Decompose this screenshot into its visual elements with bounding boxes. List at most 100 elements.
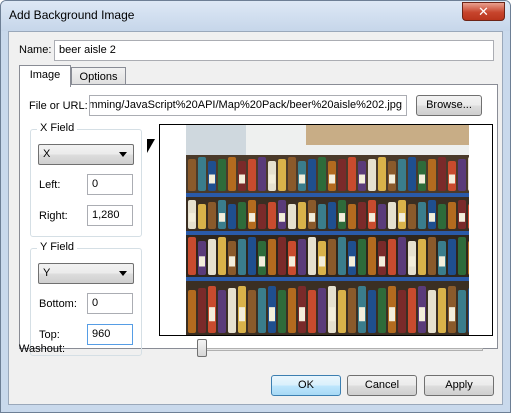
bottle-label-shape bbox=[329, 174, 335, 184]
washout-slider-thumb[interactable] bbox=[197, 339, 207, 357]
bottle-label-shape bbox=[389, 174, 395, 184]
bottle-shape bbox=[238, 239, 246, 275]
bottle-shape bbox=[368, 290, 376, 333]
bottle-label-shape bbox=[329, 307, 335, 322]
bottle-label-shape bbox=[429, 213, 435, 222]
bottle-shape bbox=[338, 290, 346, 333]
bottle-shape bbox=[378, 288, 386, 333]
bottle-label-shape bbox=[269, 307, 275, 322]
bottle-shape bbox=[458, 290, 466, 333]
bottle-shape bbox=[308, 159, 316, 191]
bottle-label-shape bbox=[219, 213, 225, 222]
bottle-shape bbox=[248, 290, 256, 333]
bottle-shape bbox=[308, 290, 316, 333]
bottle-label-shape bbox=[449, 174, 455, 184]
beer-aisle-photo bbox=[186, 125, 469, 335]
bottle-shape bbox=[448, 202, 456, 229]
left-label: Left: bbox=[39, 179, 61, 191]
bottle-shape bbox=[278, 290, 286, 333]
y-field-selected: Y bbox=[43, 267, 51, 279]
bottle-shape bbox=[218, 290, 226, 333]
bottle-shape bbox=[358, 202, 366, 229]
bottle-label-shape bbox=[339, 213, 345, 222]
bottle-shape bbox=[368, 159, 376, 191]
x-field-selected: X bbox=[43, 148, 51, 160]
bottle-shape bbox=[238, 202, 246, 229]
bottle-shape bbox=[258, 288, 266, 333]
bottle-label-shape bbox=[259, 256, 265, 267]
bottle-shape bbox=[328, 202, 336, 229]
y-field-select[interactable]: Y bbox=[38, 263, 134, 284]
bottle-label-shape bbox=[299, 174, 305, 184]
bottle-shape bbox=[468, 288, 469, 333]
bottle-shape bbox=[468, 204, 469, 229]
bottle-shape bbox=[388, 239, 396, 275]
bottle-shape bbox=[448, 239, 456, 275]
top-input[interactable]: 960 bbox=[87, 324, 133, 345]
bottle-shape bbox=[218, 159, 226, 191]
file-url-value: ogramming/JavaScript%20API/Map%20Pack/be… bbox=[89, 99, 402, 111]
bottle-shape bbox=[278, 159, 286, 191]
bottle-label-shape bbox=[239, 174, 245, 184]
apply-button[interactable]: Apply bbox=[424, 375, 494, 396]
bottle-label-shape bbox=[309, 213, 315, 222]
close-button[interactable]: ✕ bbox=[462, 2, 505, 21]
bottle-shape bbox=[408, 288, 416, 333]
bottle-label-shape bbox=[239, 307, 245, 322]
bottle-shape bbox=[298, 239, 306, 275]
tab-image[interactable]: Image bbox=[19, 65, 71, 87]
bottle-shape bbox=[458, 159, 466, 191]
right-input[interactable]: 1,280 bbox=[87, 205, 133, 226]
bottle-shape bbox=[288, 204, 296, 229]
bottle-shape bbox=[208, 239, 216, 275]
bottle-label-shape bbox=[269, 174, 275, 184]
bottle-shape bbox=[298, 202, 306, 229]
bottle-shape bbox=[228, 157, 236, 191]
bottle-shape bbox=[408, 157, 416, 191]
bottle-shape bbox=[408, 204, 416, 229]
y-field-group: Y Field Y Bottom: 0 Top: 960 bbox=[30, 241, 142, 356]
bottle-shape bbox=[198, 288, 206, 333]
bottle-shape bbox=[288, 157, 296, 191]
bottle-shape bbox=[398, 237, 406, 275]
bottle-shape bbox=[418, 202, 426, 229]
y-field-title: Y Field bbox=[37, 241, 78, 253]
bottle-label-shape bbox=[249, 213, 255, 222]
x-field-select[interactable]: X bbox=[38, 144, 134, 165]
bottle-shape bbox=[318, 204, 326, 229]
chevron-down-icon bbox=[119, 152, 127, 157]
bottle-shape bbox=[368, 237, 376, 275]
bottle-shape bbox=[288, 288, 296, 333]
bottle-label-shape bbox=[209, 307, 215, 322]
bottle-label-shape bbox=[299, 307, 305, 322]
window-title: Add Background Image bbox=[9, 8, 135, 22]
bottle-label-shape bbox=[319, 256, 325, 267]
beer-shelf-illustration bbox=[186, 125, 469, 335]
bottle-shape bbox=[278, 237, 286, 275]
bottle-label-shape bbox=[439, 256, 445, 267]
file-url-label: File or URL: bbox=[29, 100, 88, 112]
bottle-label-shape bbox=[409, 256, 415, 267]
name-input[interactable]: beer aisle 2 bbox=[54, 40, 494, 61]
bottle-label-shape bbox=[399, 213, 405, 222]
dialog-window: Add Background Image ✕ Name: beer aisle … bbox=[0, 0, 511, 413]
bottle-label-shape bbox=[459, 213, 465, 222]
browse-button[interactable]: Browse... bbox=[416, 95, 482, 116]
cancel-button[interactable]: Cancel bbox=[347, 375, 417, 396]
ok-button[interactable]: OK bbox=[271, 375, 341, 396]
bottom-input[interactable]: 0 bbox=[87, 293, 133, 314]
bottom-label: Bottom: bbox=[39, 298, 77, 310]
mouse-cursor-icon bbox=[147, 139, 155, 153]
right-label: Right: bbox=[39, 210, 68, 222]
bottle-label-shape bbox=[199, 256, 205, 267]
washout-slider-track[interactable] bbox=[201, 348, 483, 351]
bottle-shape bbox=[328, 239, 336, 275]
bottle-shape bbox=[198, 157, 206, 191]
title-bar[interactable]: Add Background Image ✕ bbox=[1, 1, 510, 31]
file-url-input[interactable]: ogramming/JavaScript%20API/Map%20Pack/be… bbox=[89, 95, 407, 116]
bottle-shape bbox=[388, 202, 396, 229]
bottle-label-shape bbox=[349, 256, 355, 267]
left-input[interactable]: 0 bbox=[87, 174, 133, 195]
bottle-shape bbox=[398, 159, 406, 191]
bottle-label-shape bbox=[379, 256, 385, 267]
